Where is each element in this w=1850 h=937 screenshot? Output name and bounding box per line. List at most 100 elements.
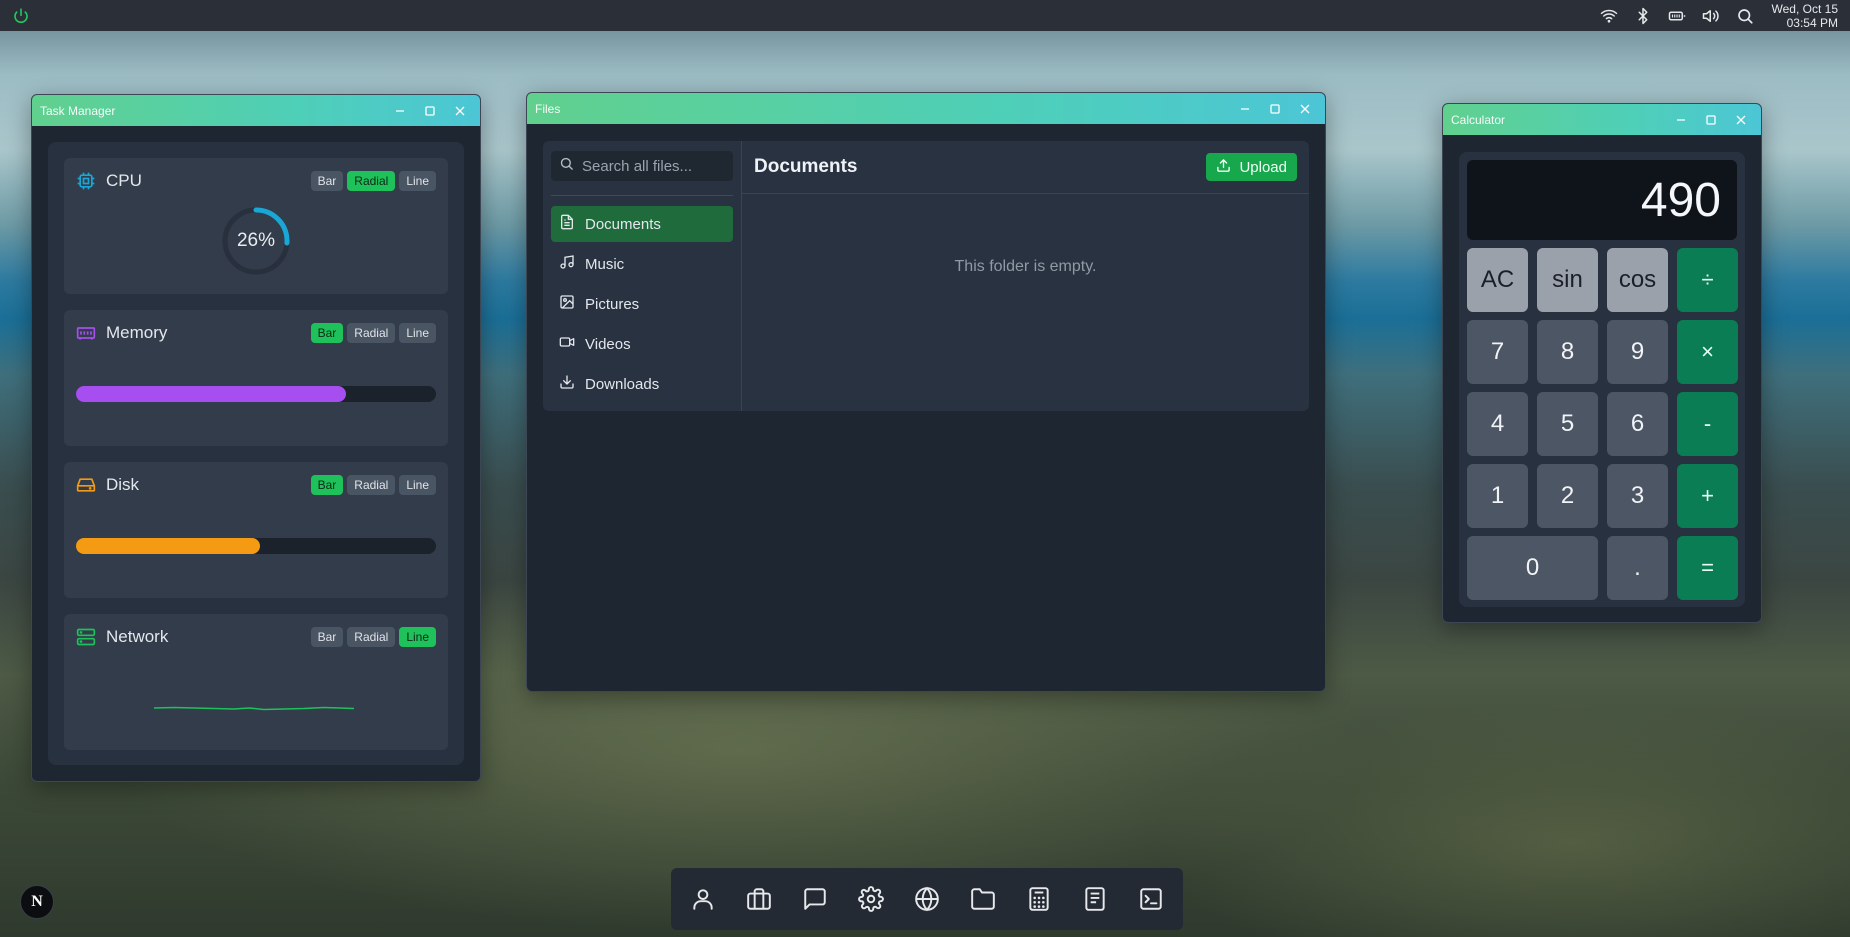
key-9[interactable]: 9 [1607,320,1668,384]
key-multiply[interactable]: × [1677,320,1738,384]
minimize-icon[interactable] [1233,98,1257,120]
key-0[interactable]: 0 [1467,536,1598,600]
cpu-title: CPU [106,171,142,190]
cpu-card: CPU Bar Radial Line 26% [64,158,448,294]
network-view-toggle: Bar Radial Line [310,627,436,647]
key-4[interactable]: 4 [1467,392,1528,456]
close-icon[interactable] [1729,109,1753,131]
key-sin[interactable]: sin [1537,248,1598,312]
wifi-icon[interactable] [1592,3,1626,29]
close-icon[interactable] [1293,98,1317,120]
settings-icon[interactable] [849,877,894,922]
key-divide[interactable]: ÷ [1677,248,1738,312]
key-7[interactable]: 7 [1467,320,1528,384]
download-icon [559,374,575,394]
clock-date: Wed, Oct 15 [1771,1,1838,16]
network-bar-option[interactable]: Bar [310,627,344,647]
key-3[interactable]: 3 [1607,464,1668,528]
disk-line-option[interactable]: Line [399,475,436,495]
logo-badge[interactable]: N [20,885,54,919]
clock[interactable]: Wed, Oct 15 03:54 PM [1772,2,1838,30]
clock-time: 03:54 PM [1786,15,1838,30]
sidebar-item-downloads[interactable]: Downloads [551,366,733,402]
disk-bar-fill [76,538,260,554]
battery-icon[interactable] [1660,3,1694,29]
disk-bar-option[interactable]: Bar [310,475,344,495]
cpu-view-toggle: Bar Radial Line [310,171,436,191]
maximize-icon[interactable] [1263,98,1287,120]
close-icon[interactable] [448,100,472,122]
video-icon [559,334,575,354]
calculator-keypad: AC sin cos ÷ 7 8 9 × 4 5 6 - 1 2 3 + 0 .… [1467,248,1738,600]
files-sidebar: Documents Music Pictures Videos Download… [543,141,742,411]
key-6[interactable]: 6 [1607,392,1668,456]
folder-title: Documents [754,156,858,177]
calculator-icon[interactable] [1017,877,1062,922]
sidebar-item-music[interactable]: Music [551,246,733,282]
search-icon [559,156,574,176]
chat-icon[interactable] [793,877,838,922]
network-line-option[interactable]: Line [399,627,436,647]
minimize-icon[interactable] [1669,109,1693,131]
calculator-window: Calculator 4 9 0 AC sin cos ÷ 7 8 9 × 4 5 … [1442,103,1762,623]
notebook-icon[interactable] [1073,877,1118,922]
task-manager-titlebar[interactable]: Task Manager [32,95,480,126]
key-decimal[interactable]: . [1607,536,1668,600]
briefcase-icon[interactable] [737,877,782,922]
cpu-radial-option[interactable]: Radial [347,171,396,191]
memory-icon [76,323,96,343]
key-1[interactable]: 1 [1467,464,1528,528]
network-radial-option[interactable]: Radial [347,627,396,647]
system-tray: Wed, Oct 15 03:54 PM [1592,2,1840,30]
minimize-icon[interactable] [388,100,412,122]
maximize-icon[interactable] [1699,109,1723,131]
bluetooth-icon[interactable] [1626,3,1660,29]
memory-card: Memory Bar Radial Line [64,310,448,446]
image-icon [559,294,575,314]
memory-bar-fill [76,386,346,402]
key-5[interactable]: 5 [1537,392,1598,456]
empty-state-text: This folder is empty. [954,258,1097,275]
cpu-line-option[interactable]: Line [399,171,436,191]
upload-button[interactable]: Upload [1206,153,1297,181]
power-icon[interactable] [10,5,32,27]
key-equals[interactable]: = [1677,536,1738,600]
cpu-bar-option[interactable]: Bar [310,171,344,191]
key-subtract[interactable]: - [1677,392,1738,456]
maximize-icon[interactable] [418,100,442,122]
sidebar-item-label: Documents [585,215,661,233]
task-manager-panel: CPU Bar Radial Line 26% Memory Bar Radia… [48,142,464,765]
search-input[interactable] [582,157,725,175]
folder-icon[interactable] [961,877,1006,922]
key-add[interactable]: + [1677,464,1738,528]
key-8[interactable]: 8 [1537,320,1598,384]
key-cos[interactable]: cos [1607,248,1668,312]
files-panel: Documents Music Pictures Videos Download… [543,141,1309,411]
calculator-titlebar[interactable]: Calculator [1443,104,1761,135]
globe-icon[interactable] [905,877,950,922]
disk-icon [76,475,96,495]
terminal-icon[interactable] [1129,877,1174,922]
disk-card: Disk Bar Radial Line [64,462,448,598]
key-2[interactable]: 2 [1537,464,1598,528]
sidebar-item-documents[interactable]: Documents [551,206,733,242]
disk-bar-track [76,538,436,554]
key-clear[interactable]: AC [1467,248,1528,312]
cpu-percent: 26% [236,230,276,251]
volume-icon[interactable] [1694,3,1728,29]
files-titlebar[interactable]: Files [527,93,1325,124]
sidebar-item-label: Music [585,255,625,273]
sidebar-item-videos[interactable]: Videos [551,326,733,362]
memory-bar-option[interactable]: Bar [310,323,344,343]
search-icon[interactable] [1728,3,1762,29]
sidebar-item-pictures[interactable]: Pictures [551,286,733,322]
user-icon[interactable] [681,877,726,922]
disk-radial-option[interactable]: Radial [347,475,396,495]
disk-view-toggle: Bar Radial Line [310,475,436,495]
files-window: Files Documents Music [526,92,1326,692]
files-main: Documents Upload This folder is empty. [742,141,1309,411]
network-card: Network Bar Radial Line [64,614,448,750]
memory-line-option[interactable]: Line [399,323,436,343]
memory-view-toggle: Bar Radial Line [310,323,436,343]
memory-radial-option[interactable]: Radial [347,323,396,343]
